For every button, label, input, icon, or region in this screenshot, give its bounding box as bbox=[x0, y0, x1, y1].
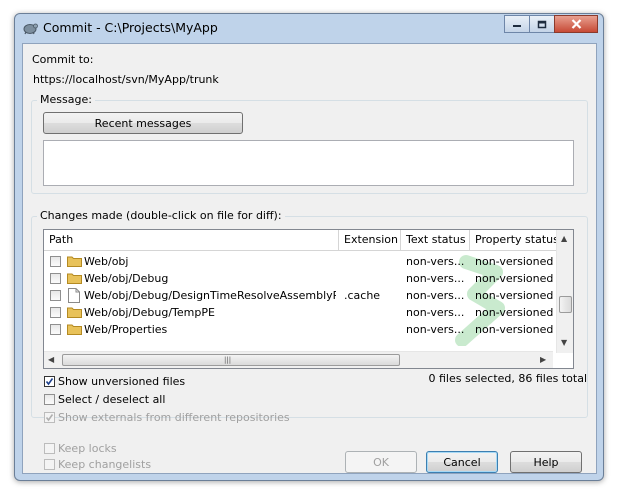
checkmark-icon bbox=[45, 414, 54, 422]
commit-to-label: Commit to: bbox=[32, 53, 94, 66]
horizontal-scroll-thumb[interactable]: ||| bbox=[62, 354, 400, 366]
minimize-button[interactable] bbox=[504, 15, 530, 33]
file-icon bbox=[68, 288, 80, 303]
row-path: Web/obj/Debug/TempPE bbox=[84, 306, 215, 319]
checkmark-icon bbox=[45, 378, 54, 386]
folder-icon bbox=[67, 273, 82, 284]
vertical-scrollbar[interactable]: ▲ ▼ bbox=[556, 230, 573, 353]
scroll-left-arrow-icon[interactable]: ◀ bbox=[48, 355, 54, 364]
column-header-extension[interactable]: Extension bbox=[339, 230, 401, 251]
row-checkbox[interactable] bbox=[50, 256, 61, 267]
table-row[interactable]: Web/obj/Debug non-vers... non-versioned bbox=[44, 270, 553, 287]
show-externals-checkbox bbox=[44, 412, 55, 423]
row-extension bbox=[344, 304, 399, 321]
column-header-property-status[interactable]: Property status bbox=[470, 230, 566, 251]
row-text-status: non-vers... bbox=[406, 255, 465, 268]
commit-message-input[interactable] bbox=[43, 140, 574, 186]
cancel-button[interactable]: Cancel bbox=[426, 451, 498, 473]
changes-group-label: Changes made (double-click on file for d… bbox=[37, 209, 285, 222]
horizontal-scrollbar[interactable]: ◀ ||| ▶ bbox=[44, 351, 553, 368]
restore-icon bbox=[537, 20, 547, 28]
dialog-client-area: Commit to: https://localhost/svn/MyApp/t… bbox=[22, 43, 597, 474]
keep-locks-checkbox bbox=[44, 443, 55, 454]
row-text-status: non-vers... bbox=[406, 289, 465, 302]
keep-changelists-checkbox bbox=[44, 459, 55, 470]
close-icon bbox=[571, 19, 581, 29]
minimize-icon bbox=[513, 25, 521, 27]
row-path: Web/Properties bbox=[84, 323, 168, 336]
ok-button[interactable]: OK bbox=[345, 451, 417, 473]
tortoisesvn-app-icon bbox=[23, 23, 38, 35]
table-row[interactable]: Web/obj non-vers... non-versioned bbox=[44, 253, 553, 270]
table-row[interactable]: Web/obj/Debug/TempPE non-vers... non-ver… bbox=[44, 304, 553, 321]
window-title: Commit - C:\Projects\MyApp bbox=[43, 20, 218, 35]
commit-dialog-window: Commit - C:\Projects\MyApp Commit to: ht… bbox=[14, 13, 604, 481]
table-row[interactable]: Web/Properties non-vers... non-versioned bbox=[44, 321, 553, 338]
commit-to-url: https://localhost/svn/MyApp/trunk bbox=[33, 73, 219, 86]
folder-icon bbox=[67, 324, 82, 335]
scroll-down-arrow-icon[interactable]: ▼ bbox=[561, 338, 567, 347]
row-path: Web/obj/Debug/DesignTimeResolveAssemblyR… bbox=[84, 289, 336, 302]
changes-list[interactable]: Path Extension Text status Property stat… bbox=[43, 229, 574, 369]
row-checkbox[interactable] bbox=[50, 324, 61, 335]
help-button[interactable]: Help bbox=[510, 451, 582, 473]
show-unversioned-checkbox[interactable] bbox=[44, 376, 55, 387]
vertical-scroll-thumb[interactable] bbox=[559, 296, 572, 313]
column-header-path[interactable]: Path bbox=[44, 230, 339, 251]
folder-icon bbox=[67, 256, 82, 267]
row-extension bbox=[344, 253, 399, 270]
row-text-status: non-vers... bbox=[406, 306, 465, 319]
table-row[interactable]: Web/obj/Debug/DesignTimeResolveAssemblyR… bbox=[44, 287, 553, 304]
show-unversioned-label[interactable]: Show unversioned files bbox=[58, 375, 185, 388]
row-extension bbox=[344, 321, 399, 338]
close-button[interactable] bbox=[554, 15, 598, 33]
recent-messages-button[interactable]: Recent messages bbox=[43, 112, 243, 134]
select-deselect-all-label[interactable]: Select / deselect all bbox=[58, 393, 165, 406]
row-checkbox[interactable] bbox=[50, 290, 61, 301]
row-property-status: non-versioned bbox=[475, 306, 554, 319]
message-group-label: Message: bbox=[37, 93, 95, 106]
scroll-up-arrow-icon[interactable]: ▲ bbox=[561, 234, 567, 243]
column-header-text-status[interactable]: Text status bbox=[401, 230, 470, 251]
row-extension: .cache bbox=[344, 289, 381, 302]
row-property-status: non-versioned bbox=[475, 289, 554, 302]
folder-icon bbox=[67, 307, 82, 318]
row-path: Web/obj bbox=[84, 255, 129, 268]
restore-button[interactable] bbox=[529, 15, 555, 33]
row-text-status: non-vers... bbox=[406, 272, 465, 285]
row-text-status: non-vers... bbox=[406, 323, 465, 336]
keep-changelists-label: Keep changelists bbox=[58, 458, 152, 471]
scroll-right-arrow-icon[interactable]: ▶ bbox=[540, 355, 546, 364]
row-path: Web/obj/Debug bbox=[84, 272, 169, 285]
keep-locks-label: Keep locks bbox=[58, 442, 117, 455]
row-checkbox[interactable] bbox=[50, 307, 61, 318]
row-property-status: non-versioned bbox=[475, 323, 554, 336]
title-bar[interactable]: Commit - C:\Projects\MyApp bbox=[15, 14, 603, 41]
scroll-grip-icon: ||| bbox=[224, 356, 232, 364]
row-property-status: non-versioned bbox=[475, 255, 554, 268]
caption-buttons bbox=[504, 15, 598, 35]
select-deselect-all-checkbox[interactable] bbox=[44, 394, 55, 405]
row-extension bbox=[344, 270, 399, 287]
file-count-summary: 0 files selected, 86 files total bbox=[428, 372, 587, 385]
row-property-status: non-versioned bbox=[475, 272, 554, 285]
row-checkbox[interactable] bbox=[50, 273, 61, 284]
show-externals-label: Show externals from different repositori… bbox=[58, 411, 290, 424]
